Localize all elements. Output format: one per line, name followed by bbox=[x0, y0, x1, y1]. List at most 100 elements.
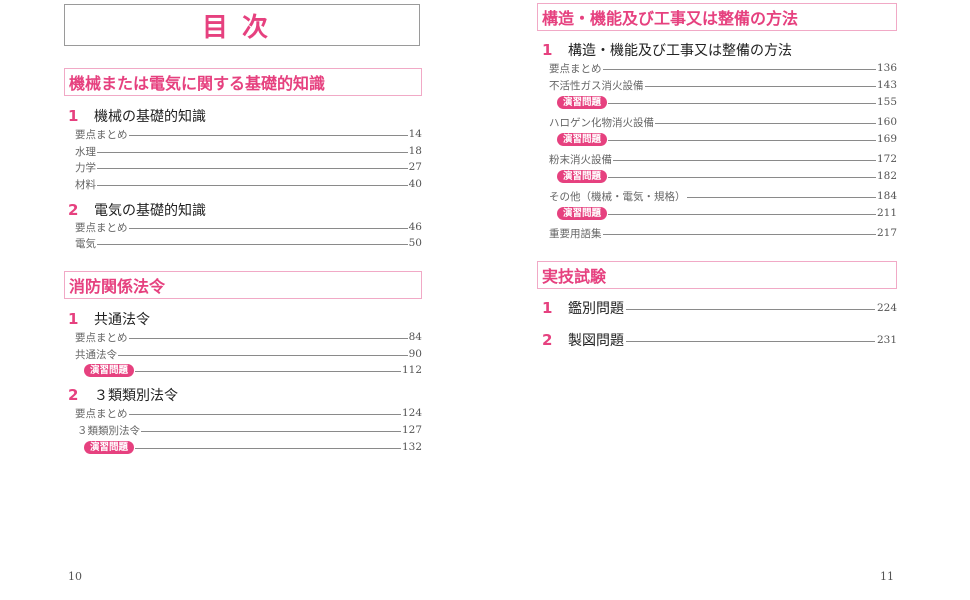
leader-line bbox=[602, 233, 876, 235]
right-page: 構造・機能及び工事又は整備の方法 1 構造・機能及び工事又は整備の方法 要点まと… bbox=[485, 0, 970, 600]
toc-page: 231 bbox=[876, 334, 897, 346]
toc-row[interactable]: 要点まとめ 14 bbox=[75, 127, 422, 141]
chapter-machine-basics[interactable]: 1 機械の基礎的知識 bbox=[68, 106, 206, 126]
leader-line bbox=[128, 413, 401, 415]
toc-row[interactable]: 要点まとめ 84 bbox=[75, 330, 422, 344]
toc-label: 電気 bbox=[75, 237, 96, 250]
leader-line bbox=[644, 85, 876, 87]
leader-line bbox=[97, 184, 408, 186]
leader-line bbox=[97, 167, 408, 169]
toc-row[interactable]: ３類類別法令 127 bbox=[77, 423, 422, 437]
chapter-title: 電気の基礎的知識 bbox=[94, 203, 206, 219]
leader-line bbox=[97, 151, 408, 153]
toc-row[interactable]: その他（機械・電気・規格） 184 bbox=[549, 189, 897, 203]
toc-label: 粉末消火設備 bbox=[549, 153, 612, 166]
toc-row[interactable]: 共通法令 90 bbox=[75, 347, 422, 361]
toc-page: 84 bbox=[408, 331, 422, 343]
toc-label: 力学 bbox=[75, 161, 96, 174]
exercise-badge: 演習問題 bbox=[557, 169, 608, 183]
leader-line bbox=[128, 337, 408, 339]
exercise-badge: 演習問題 bbox=[84, 440, 135, 454]
exercise-badge: 演習問題 bbox=[557, 95, 608, 109]
toc-label: ハロゲン化物消火設備 bbox=[549, 116, 654, 129]
exercise-badge: 演習問題 bbox=[84, 363, 135, 377]
toc-label: 材料 bbox=[75, 178, 96, 191]
toc-page: 124 bbox=[401, 407, 422, 419]
toc-page: 90 bbox=[408, 348, 422, 360]
leader-line bbox=[608, 139, 876, 141]
toc-row-exercise[interactable]: 演習問題 182 bbox=[557, 169, 897, 183]
toc-page: 211 bbox=[876, 207, 897, 219]
toc-row[interactable]: 水理 18 bbox=[75, 144, 422, 158]
leader-line bbox=[128, 134, 408, 136]
section-heading-fire-law: 消防関係法令 bbox=[64, 271, 422, 299]
page-number-left: 10 bbox=[68, 570, 82, 583]
toc-page: 14 bbox=[408, 128, 422, 140]
toc-row[interactable]: 電気 50 bbox=[75, 236, 422, 250]
leader-line bbox=[626, 308, 875, 310]
chapter-number: 1 bbox=[68, 107, 79, 125]
section-heading-basics: 機械または電気に関する基礎的知識 bbox=[64, 68, 422, 96]
chapter-drafting[interactable]: 2 製図問題 231 bbox=[542, 331, 897, 349]
toc-row[interactable]: 粉末消火設備 172 bbox=[549, 152, 897, 166]
toc-page: 27 bbox=[408, 161, 422, 173]
page-title: 目次 bbox=[64, 4, 420, 46]
chapter-number: 2 bbox=[542, 331, 553, 349]
chapter-identification[interactable]: 1 鑑別問題 224 bbox=[542, 299, 897, 317]
toc-row[interactable]: ハロゲン化物消火設備 160 bbox=[549, 115, 897, 129]
toc-row-exercise[interactable]: 演習問題 132 bbox=[84, 440, 422, 454]
leader-line bbox=[608, 102, 876, 104]
chapter-number: 2 bbox=[68, 201, 79, 219]
toc-page: 160 bbox=[876, 116, 897, 128]
toc-page: 169 bbox=[876, 133, 897, 145]
toc-row[interactable]: 要点まとめ 136 bbox=[549, 61, 897, 75]
toc-page: 50 bbox=[408, 237, 422, 249]
toc-row[interactable]: 力学 27 bbox=[75, 160, 422, 174]
toc-page: 18 bbox=[408, 145, 422, 157]
toc-label: 共通法令 bbox=[75, 348, 117, 361]
toc-page: 143 bbox=[876, 79, 897, 91]
leader-line bbox=[118, 354, 408, 356]
chapter-common-law[interactable]: 1 共通法令 bbox=[68, 309, 150, 329]
toc-page: 40 bbox=[408, 178, 422, 190]
chapter-number: 2 bbox=[68, 386, 79, 404]
toc-label: 水理 bbox=[75, 145, 96, 158]
toc-row-exercise[interactable]: 演習問題 211 bbox=[557, 206, 897, 220]
leader-line bbox=[128, 227, 408, 229]
chapter-title: 機械の基礎的知識 bbox=[94, 109, 206, 125]
toc-page: 182 bbox=[876, 170, 897, 182]
toc-label: 要点まとめ bbox=[75, 407, 128, 420]
toc-page: 127 bbox=[401, 424, 422, 436]
exercise-badge: 演習問題 bbox=[557, 206, 608, 220]
chapter-class3-law[interactable]: 2 ３類類別法令 bbox=[68, 385, 178, 405]
leader-line bbox=[608, 176, 876, 178]
leader-line bbox=[686, 196, 876, 198]
chapter-title: 構造・機能及び工事又は整備の方法 bbox=[568, 43, 792, 59]
toc-row[interactable]: 要点まとめ 124 bbox=[75, 406, 422, 420]
toc-row[interactable]: 不活性ガス消火設備 143 bbox=[549, 78, 897, 92]
toc-row[interactable]: 重要用語集 217 bbox=[549, 226, 897, 240]
toc-page: 136 bbox=[876, 62, 897, 74]
toc-row[interactable]: 材料 40 bbox=[75, 177, 422, 191]
toc-row[interactable]: 要点まとめ 46 bbox=[75, 220, 422, 234]
toc-row-exercise[interactable]: 演習問題 112 bbox=[84, 363, 422, 377]
toc-page: 184 bbox=[876, 190, 897, 202]
toc-row-exercise[interactable]: 演習問題 155 bbox=[557, 95, 897, 109]
toc-label: 要点まとめ bbox=[75, 128, 128, 141]
chapter-title: 製図問題 bbox=[568, 333, 624, 349]
chapter-electric-basics[interactable]: 2 電気の基礎的知識 bbox=[68, 200, 206, 220]
toc-page: 224 bbox=[876, 302, 897, 314]
left-page: 目次 機械または電気に関する基礎的知識 1 機械の基礎的知識 要点まとめ 14 水… bbox=[0, 0, 485, 600]
toc-label: 要点まとめ bbox=[75, 221, 128, 234]
toc-label: 要点まとめ bbox=[75, 331, 128, 344]
toc-page: 172 bbox=[876, 153, 897, 165]
toc-page: 112 bbox=[401, 364, 422, 376]
page-number-right: 11 bbox=[880, 570, 894, 583]
chapter-structure[interactable]: 1 構造・機能及び工事又は整備の方法 bbox=[542, 40, 792, 60]
leader-line bbox=[135, 447, 401, 449]
toc-label: 要点まとめ bbox=[549, 62, 602, 75]
toc-label: ３類類別法令 bbox=[77, 424, 140, 437]
toc-label: 重要用語集 bbox=[549, 227, 602, 240]
toc-label: その他（機械・電気・規格） bbox=[549, 190, 686, 203]
toc-row-exercise[interactable]: 演習問題 169 bbox=[557, 132, 897, 146]
